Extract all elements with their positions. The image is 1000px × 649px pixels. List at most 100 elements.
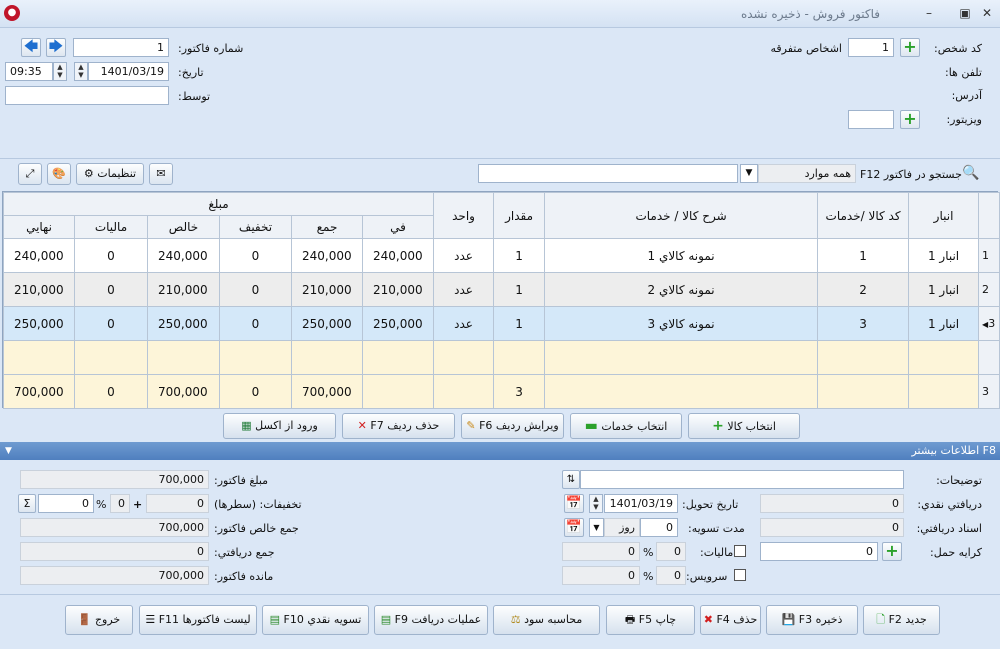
- cell-tax[interactable]: 0: [74, 238, 148, 273]
- table-row[interactable]: 240,000 0 240,000 0 240,000 240,000 عدد …: [3, 238, 1000, 273]
- cell-discount[interactable]: 0: [219, 272, 292, 307]
- docs-field[interactable]: 0: [760, 518, 904, 537]
- person-code-field[interactable]: 1: [848, 38, 894, 57]
- cell-net[interactable]: 240,000: [147, 238, 220, 273]
- select-goods-button[interactable]: انتخاب كالا +: [688, 413, 800, 439]
- visitor-field[interactable]: [848, 110, 894, 129]
- freight-field[interactable]: 0: [760, 542, 878, 561]
- delete-row-button[interactable]: حذف رديف F7 ✕: [342, 413, 455, 439]
- cell-net[interactable]: 250,000: [147, 306, 220, 341]
- col-unit[interactable]: واحد: [433, 192, 495, 239]
- service-amount-field[interactable]: 0: [562, 566, 640, 585]
- cell-desc[interactable]: نمونه كالاي 1: [544, 238, 819, 273]
- cell-final[interactable]: 240,000: [3, 238, 75, 273]
- col-final[interactable]: نهايي: [3, 215, 75, 239]
- discount-percent-field[interactable]: 0: [110, 494, 130, 513]
- settlement-unit-select[interactable]: روز: [604, 518, 640, 537]
- table-row[interactable]: 210,000 0 210,000 0 210,000 210,000 عدد …: [3, 272, 1000, 307]
- maximize-button[interactable]: ▣: [956, 5, 974, 21]
- email-icon[interactable]: ✉: [149, 163, 173, 185]
- chevron-down-icon[interactable]: ▼: [740, 164, 758, 183]
- col-code[interactable]: كد كالا /خدمات: [817, 192, 910, 239]
- cash-field[interactable]: 0: [760, 494, 904, 513]
- select-services-button[interactable]: انتخاب خدمات ▬: [570, 413, 682, 439]
- delete-button[interactable]: حذف F4 ✖: [700, 605, 761, 635]
- col-unit-price[interactable]: في: [361, 215, 435, 239]
- minimize-button[interactable]: –: [920, 5, 938, 21]
- edit-row-button[interactable]: ويرايش رديف F6 ✎: [461, 413, 564, 439]
- col-warehouse[interactable]: انبار: [908, 192, 980, 239]
- cell-unit[interactable]: عدد: [433, 238, 495, 273]
- col-qty[interactable]: مقدار: [493, 192, 546, 239]
- cash-settle-button[interactable]: تسويه نقدي F10 ▤: [262, 605, 369, 635]
- col-tax[interactable]: ماليات: [74, 215, 148, 239]
- next-invoice-arrow-icon[interactable]: 🡆: [46, 38, 66, 57]
- cell-discount[interactable]: 0: [219, 238, 292, 273]
- collapse-icon[interactable]: ▼: [5, 442, 12, 460]
- import-excel-button[interactable]: ورود از اكسل ▦: [223, 413, 336, 439]
- cell-unit-price[interactable]: 210,000: [361, 272, 435, 307]
- cell-warehouse[interactable]: انبار 1: [908, 306, 980, 341]
- discount-extra-field[interactable]: 0: [38, 494, 94, 513]
- invoice-number-field[interactable]: 1: [73, 38, 169, 57]
- calendar-icon-2[interactable]: 📅: [564, 518, 584, 537]
- settlement-days-field[interactable]: 0: [640, 518, 678, 537]
- tax-amount-field[interactable]: 0: [562, 542, 640, 561]
- items-grid[interactable]: مبلغ واحد مقدار شرح كالا / خدمات كد كالا…: [2, 191, 1000, 409]
- time-field[interactable]: 09:35: [5, 62, 53, 81]
- tax-checkbox[interactable]: [734, 545, 746, 557]
- cell-qty[interactable]: 1: [493, 272, 546, 307]
- cell-unit-price[interactable]: 240,000: [361, 238, 435, 273]
- cell-unit[interactable]: عدد: [433, 306, 495, 341]
- cell-sum[interactable]: 250,000: [291, 306, 363, 341]
- new-row[interactable]: [3, 340, 1000, 375]
- col-net[interactable]: خالص: [147, 215, 220, 239]
- notes-field[interactable]: [580, 470, 904, 489]
- receive-ops-button[interactable]: عمليات دريافت F9 ▤: [374, 605, 488, 635]
- cell-final[interactable]: 250,000: [3, 306, 75, 341]
- cell-qty[interactable]: 1: [493, 306, 546, 341]
- settings-button[interactable]: تنظيمات ⚙: [76, 163, 144, 185]
- cell-unit-price[interactable]: 250,000: [361, 306, 435, 341]
- more-info-section[interactable]: ▼ F8 اطلاعات بيشتر: [0, 442, 1000, 460]
- col-desc[interactable]: شرح كالا / خدمات: [544, 192, 819, 239]
- save-button[interactable]: ذخيره F3 💾: [766, 605, 858, 635]
- col-discount[interactable]: تخفيف: [219, 215, 292, 239]
- add-person-button[interactable]: +: [900, 38, 920, 57]
- add-visitor-button[interactable]: +: [900, 110, 920, 129]
- fullscreen-icon[interactable]: ⤢: [18, 163, 42, 185]
- cell-tax[interactable]: 0: [74, 306, 148, 341]
- cell-qty[interactable]: 1: [493, 238, 546, 273]
- cell-code[interactable]: 2: [817, 272, 910, 307]
- cell-code[interactable]: 1: [817, 238, 910, 273]
- add-freight-button[interactable]: +: [882, 542, 902, 561]
- created-by-field[interactable]: [5, 86, 169, 105]
- palette-icon[interactable]: 🎨: [47, 163, 71, 185]
- time-spinner[interactable]: ▲ ▼: [53, 62, 67, 81]
- table-row-selected[interactable]: 250,000 0 250,000 0 250,000 250,000 عدد …: [3, 306, 1000, 341]
- prev-invoice-arrow-icon[interactable]: 🡄: [21, 38, 41, 57]
- cell-desc[interactable]: نمونه كالاي 2: [544, 272, 819, 307]
- cell-unit[interactable]: عدد: [433, 272, 495, 307]
- tax-percent-field[interactable]: 0: [656, 542, 686, 561]
- print-button[interactable]: چاپ F5 🖶: [606, 605, 695, 635]
- cell-discount[interactable]: 0: [219, 306, 292, 341]
- date-spinner[interactable]: ▲ ▼: [74, 62, 88, 81]
- service-checkbox[interactable]: [734, 569, 746, 581]
- cell-tax[interactable]: 0: [74, 272, 148, 307]
- cell-sum[interactable]: 240,000: [291, 238, 363, 273]
- delivery-date-spinner[interactable]: ▲ ▼: [589, 494, 603, 513]
- invoice-list-button[interactable]: ليست فاكتورها F11 ☰: [139, 605, 257, 635]
- sigma-icon[interactable]: Σ: [18, 494, 36, 513]
- calendar-icon[interactable]: 📅: [564, 494, 584, 513]
- settlement-unit-chevron-icon[interactable]: ▼: [589, 518, 604, 537]
- date-field[interactable]: 1401/03/19: [88, 62, 169, 81]
- service-percent-field[interactable]: 0: [656, 566, 686, 585]
- cell-warehouse[interactable]: انبار 1: [908, 238, 980, 273]
- cell-final[interactable]: 210,000: [3, 272, 75, 307]
- profit-button[interactable]: محاسبه سود ⚖: [493, 605, 600, 635]
- search-scope-select[interactable]: همه موارد: [758, 164, 856, 183]
- cell-warehouse[interactable]: انبار 1: [908, 272, 980, 307]
- search-input[interactable]: [478, 164, 738, 183]
- cell-net[interactable]: 210,000: [147, 272, 220, 307]
